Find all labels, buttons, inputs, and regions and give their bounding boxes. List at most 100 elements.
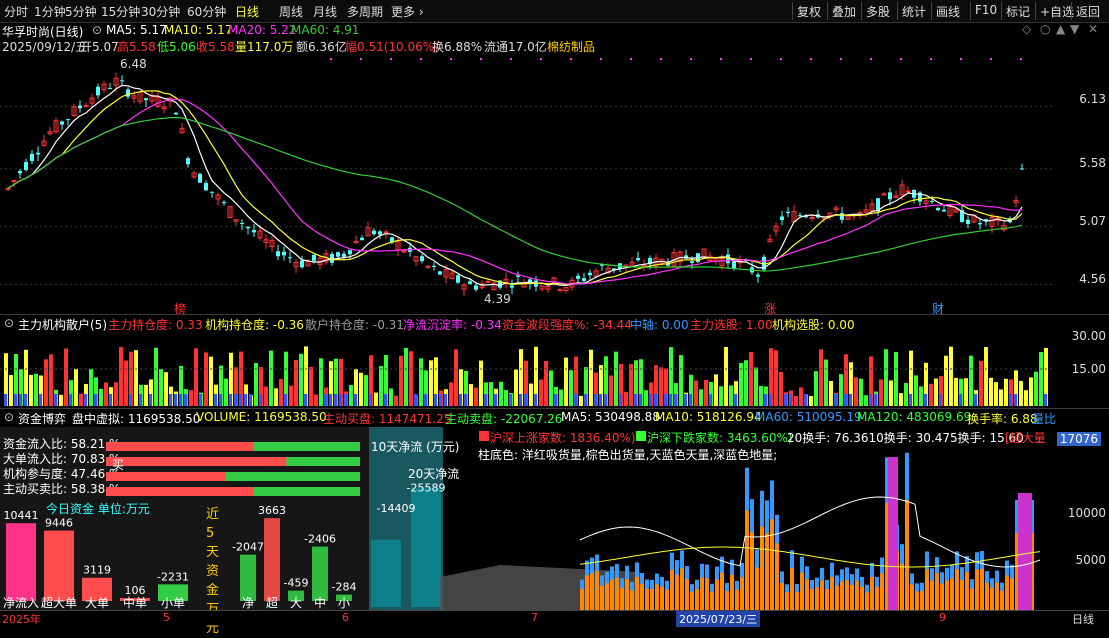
candle-body — [120, 80, 124, 82]
indicator-chart[interactable] — [0, 332, 1109, 406]
toolbar-button[interactable]: +自选 — [1040, 3, 1074, 20]
ratio-bar-fill — [106, 472, 226, 481]
indicator-bar — [859, 378, 863, 406]
indicator-bar — [644, 390, 648, 406]
period-tab[interactable]: 多周期 — [347, 3, 383, 20]
volume-bar-inner — [900, 563, 904, 610]
volume-bar-inner — [615, 577, 619, 610]
volume-bar-inner — [855, 580, 859, 610]
chevron-down-icon[interactable]: ⊙ — [4, 410, 14, 424]
toolbar-button[interactable]: 多股 — [866, 3, 890, 20]
volume-bar-inner — [675, 575, 679, 610]
volume-bar-inner — [850, 584, 854, 610]
toolbar-button[interactable]: 叠加 — [832, 3, 856, 20]
up-count-swatch — [479, 431, 489, 441]
ma60-line — [7, 116, 1023, 272]
indicator-bar-low — [849, 394, 852, 406]
toolbar-button[interactable]: F10 — [975, 3, 997, 17]
period-tab[interactable]: 分时 — [4, 3, 28, 20]
toolbar-button[interactable]: 统计 — [902, 3, 926, 20]
volume-bar-inner — [605, 583, 609, 610]
candle-body — [978, 223, 982, 225]
period-tab[interactable]: 周线 — [279, 3, 303, 20]
fund-title[interactable]: 资金博弈 — [18, 410, 66, 427]
candle-body — [966, 219, 970, 224]
candle-body — [383, 231, 389, 234]
recent5-fund-value: -459 — [284, 577, 309, 590]
candle-body — [246, 226, 250, 229]
indicator-bar-low — [109, 394, 112, 406]
volume-bar-inner — [835, 585, 839, 610]
indicator-bar-low — [554, 394, 557, 406]
volume-bar-inner — [580, 588, 584, 610]
volume-bar-inner — [740, 577, 744, 610]
chevron-down-icon[interactable]: ⊙ — [4, 316, 14, 330]
today-fund-value: 10441 — [4, 509, 39, 522]
chevron-down-small-icon[interactable]: ▼ — [1070, 22, 1079, 36]
period-tab[interactable]: 月线 — [313, 3, 337, 20]
indicator-bar — [864, 395, 868, 406]
recent5-fund-label: 大 — [290, 596, 302, 610]
event-dot — [1020, 58, 1022, 60]
chevron-down-icon[interactable]: ⊙ — [92, 23, 102, 37]
kline-chart[interactable] — [0, 53, 1109, 314]
indicator-bar-low — [324, 394, 327, 406]
fund-item: 换手率: 6.88 — [967, 412, 1038, 426]
turnover-20: 20换手: 76.3610换手: 30.475换手: 15.60 — [787, 431, 1024, 445]
volume-bar-inner — [990, 587, 994, 610]
indicator-bar-low — [214, 394, 217, 406]
indicator-bar — [559, 389, 563, 406]
volume-bar-inner — [680, 568, 684, 610]
candle-body — [930, 200, 934, 202]
indicator-title[interactable]: 主力机构散户(5) — [18, 316, 107, 333]
event-dot — [690, 58, 692, 60]
candle-body — [186, 158, 190, 165]
candle-body — [425, 265, 431, 268]
toolbar-button[interactable]: 画线 — [936, 3, 960, 20]
indicator-bar-low — [229, 394, 232, 406]
chevron-up-icon[interactable]: ▲ — [1056, 22, 1065, 36]
volume-bar-inner — [1010, 578, 1014, 610]
toolbar-button[interactable]: 标记 — [1006, 3, 1030, 20]
indicator-bar — [504, 390, 508, 406]
volume-bar-inner — [585, 575, 589, 610]
indicator-bar-low — [464, 394, 467, 406]
close-icon[interactable]: ✕ — [1088, 22, 1098, 36]
period-tab[interactable]: 30分钟 — [141, 3, 180, 20]
volume-bar-inner — [815, 587, 819, 610]
kline-svg — [0, 58, 1055, 296]
indicator-bar-low — [639, 394, 642, 406]
period-tab[interactable]: 日线 — [235, 3, 259, 20]
period-tab[interactable]: 1分钟 — [34, 3, 66, 20]
ratio-bar-fill — [106, 442, 254, 451]
period-tab[interactable]: 60分钟 — [187, 3, 226, 20]
indicator-bar-low — [834, 394, 837, 406]
today-fund-value: 3119 — [83, 564, 111, 577]
toolbar-button[interactable]: 复权 — [797, 3, 821, 20]
candle-body — [240, 222, 244, 224]
volume-bar-inner — [995, 582, 999, 610]
volume-bar-inner — [960, 580, 964, 610]
indicator-bar — [114, 382, 118, 406]
indicator-bar — [754, 367, 758, 406]
indicator-bar-low — [734, 394, 737, 406]
fund-item: 盘中虚拟: 1169538.50 — [72, 412, 201, 426]
period-tab[interactable]: 5分钟 — [65, 3, 97, 20]
bar-legend: 柱底色: 洋红吸货量,棕色出货量,天蓝色天量,深蓝色地量; — [478, 448, 778, 462]
fund-item: MA10: 518126.94 — [655, 410, 762, 424]
diamond-icon[interactable]: ◇ — [1022, 22, 1031, 36]
indicator-bar — [394, 395, 398, 406]
candle-body — [312, 254, 316, 261]
volume-bar-inner — [925, 569, 929, 610]
event-dot — [900, 58, 902, 60]
indicator-bar — [989, 377, 993, 406]
indicator-bar-low — [509, 394, 512, 406]
circle-icon[interactable]: ○ — [1040, 22, 1050, 36]
volume-bar-inner — [800, 572, 804, 610]
date-label: 2025年 — [2, 613, 41, 626]
candle-body — [342, 253, 346, 257]
toolbar-button[interactable]: 返回 — [1076, 3, 1100, 20]
period-tab[interactable]: 15分钟 — [101, 3, 140, 20]
period-tab[interactable]: 更多 › — [391, 3, 424, 20]
indicator-bar — [889, 380, 893, 406]
